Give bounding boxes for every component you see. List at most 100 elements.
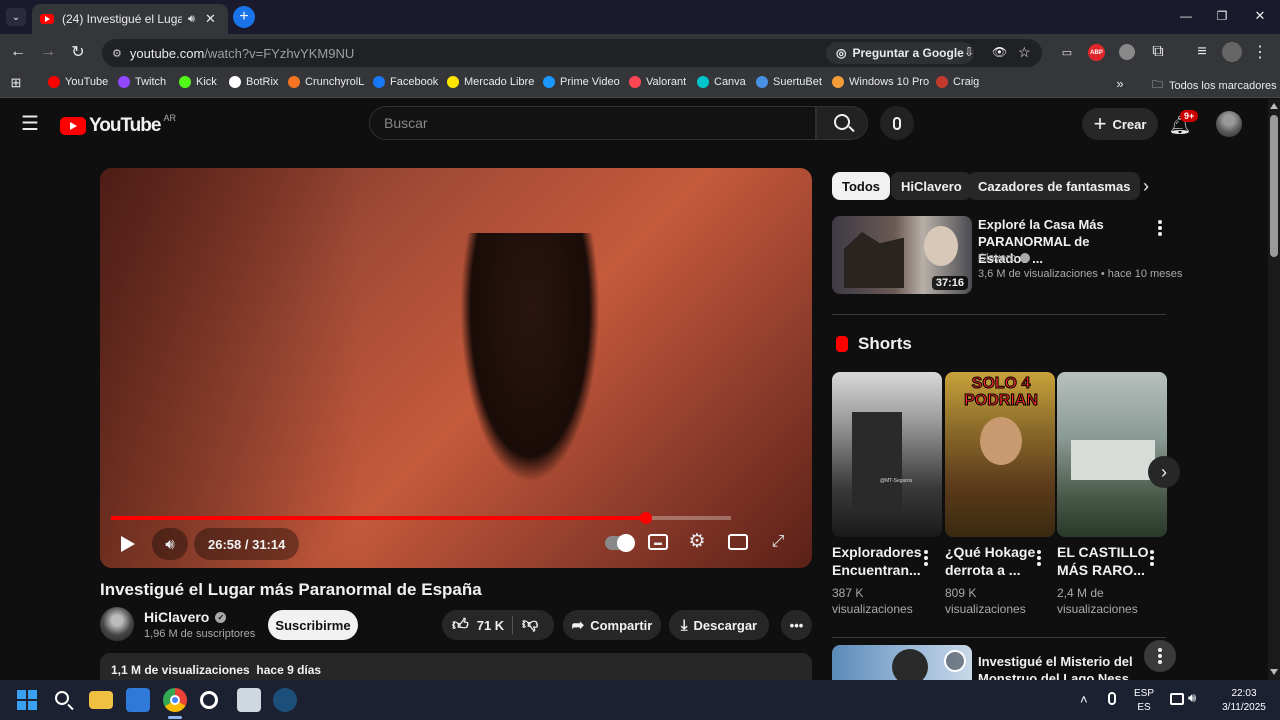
search-input[interactable]: Buscar <box>369 106 816 140</box>
channel-avatar[interactable] <box>100 607 134 641</box>
notifications-button[interactable]: 🔔︎ 9+ <box>1168 110 1199 137</box>
tab-search-icon[interactable]: ⌄ <box>6 8 26 26</box>
extension-circle-icon[interactable] <box>1119 44 1135 60</box>
subscribe-button[interactable]: Suscribirme <box>268 610 358 640</box>
tab-close-icon[interactable]: ✕ <box>205 11 216 27</box>
video-player[interactable]: 🔊︎ 26:58 / 31:14 ▬ ⚙︎ ⤢ <box>100 168 812 568</box>
site-info-icon[interactable]: ⚙︎ <box>112 47 122 60</box>
new-tab-icon[interactable]: + <box>233 6 255 28</box>
bookmark-valorant[interactable]: Valorant <box>629 76 686 88</box>
related-menu-button-2[interactable] <box>1144 640 1176 672</box>
browser-tab-active[interactable]: (24) Investigué el Lugar má 🔊︎ ✕ <box>32 4 228 34</box>
bookmark-kick[interactable]: Kick <box>179 76 217 88</box>
restore-icon[interactable]: ❐ <box>1212 6 1232 26</box>
adblock-icon[interactable]: ABP <box>1088 44 1105 61</box>
description-box[interactable]: 1,1 M de visualizaciones hace 9 días <box>100 653 812 680</box>
reload-icon[interactable]: ↻ <box>68 42 88 62</box>
bookmark-facebook[interactable]: Facebook <box>373 76 438 88</box>
scrollbar-thumb[interactable] <box>1270 115 1278 257</box>
short-menu-icon-3[interactable] <box>1150 550 1154 566</box>
short-thumbnail-3[interactable] <box>1057 372 1167 537</box>
volume-button[interactable]: 🔊︎ <box>152 528 188 560</box>
chrome-icon[interactable] <box>163 688 187 712</box>
chip-hiclavero[interactable]: HiClavero <box>891 172 972 200</box>
speaker-icon[interactable]: 🔊︎ <box>1188 690 1196 706</box>
tracking-protection-icon[interactable]: 👁︎ <box>992 45 1007 59</box>
chip-cazadores[interactable]: Cazadores de fantasmas <box>968 172 1141 200</box>
bookmark-youtube[interactable]: YouTube <box>48 76 108 88</box>
outlook-icon[interactable] <box>126 688 150 712</box>
youtube-logo[interactable]: YouTube AR <box>60 113 176 137</box>
scroll-up-arrow[interactable] <box>1270 103 1278 109</box>
forward-icon[interactable]: → <box>38 42 58 62</box>
channel-name[interactable]: HiClavero ✓ <box>144 609 227 625</box>
all-bookmarks-folder[interactable]: 🗀︎ Todos los marcadores <box>1152 76 1277 95</box>
theater-mode-icon[interactable] <box>728 534 748 550</box>
install-app-icon[interactable]: ⇩ <box>964 45 974 59</box>
play-icon[interactable] <box>118 532 138 556</box>
bookmark-botrix[interactable]: BotRix <box>229 76 278 88</box>
progress-scrubber[interactable] <box>640 512 653 524</box>
shorts-next-button[interactable]: › <box>1148 456 1180 488</box>
voice-search-button[interactable] <box>880 106 914 140</box>
short-thumbnail-2[interactable]: SOLO 4 PODRIAN <box>945 372 1055 537</box>
fullscreen-icon[interactable]: ⤢ <box>768 532 788 552</box>
extensions-puzzle-icon[interactable]: ⧉ <box>1148 42 1168 62</box>
clock[interactable]: 22:03 3/11/2025 <box>1214 687 1274 715</box>
scroll-down-arrow[interactable] <box>1270 669 1278 675</box>
short-menu-icon-1[interactable] <box>924 550 928 566</box>
bookmark-crunchyroll[interactable]: CrunchyrolL <box>288 76 364 88</box>
chips-next-icon[interactable]: › <box>1136 176 1156 196</box>
watch-later-icon[interactable] <box>944 650 966 672</box>
steam-icon[interactable] <box>273 688 297 712</box>
more-actions-button[interactable]: ••• <box>781 610 812 640</box>
minimize-icon[interactable]: — <box>1176 6 1196 26</box>
language-indicator[interactable]: ESP ES <box>1134 687 1154 715</box>
short-thumbnail-1[interactable]: @MT-Seguros <box>832 372 942 537</box>
more-bookmarks-icon[interactable]: » <box>1112 75 1128 91</box>
bookmark-canva[interactable]: Canva <box>697 76 746 88</box>
bookmark-craig[interactable]: Craig <box>936 76 979 88</box>
short-title-2[interactable]: ¿Qué Hokage derrota a ... <box>945 543 1040 579</box>
bookmark-mercado-libre[interactable]: Mercado Libre <box>447 76 534 88</box>
subtitles-icon[interactable]: ▬ <box>648 534 668 550</box>
related-video-1[interactable]: 37:16 Exploré la Casa Más PARANORMAL de … <box>832 216 1182 296</box>
account-avatar[interactable] <box>1216 111 1242 137</box>
apps-grid-icon[interactable]: ⊞ <box>8 75 24 91</box>
download-button[interactable]: ⤓ Descargar <box>669 610 769 640</box>
bookmark-prime-video[interactable]: Prime Video <box>543 76 620 88</box>
short-menu-icon-2[interactable] <box>1037 550 1041 566</box>
create-button[interactable]: + Crear <box>1082 108 1158 140</box>
browser-menu-icon[interactable]: ⋮ <box>1252 42 1268 62</box>
app-notepad-icon[interactable] <box>237 688 261 712</box>
bookmark-suertubet[interactable]: SuertuBet <box>756 76 822 88</box>
dislike-button[interactable]: 👎︎ <box>522 615 538 634</box>
network-icon[interactable] <box>1170 693 1184 705</box>
file-explorer-icon[interactable] <box>89 691 113 709</box>
ask-google-button[interactable]: ◎ Preguntar a Google <box>826 42 974 64</box>
tray-microphone-icon[interactable] <box>1108 692 1116 705</box>
tab-audio-icon[interactable]: 🔊︎ <box>188 13 195 26</box>
bookmark-windows-10-pro[interactable]: Windows 10 Pro <box>832 76 929 88</box>
media-controls-icon[interactable]: ≡ <box>1192 42 1212 62</box>
back-icon[interactable]: ← <box>8 42 28 62</box>
related-menu-icon-1[interactable] <box>1158 220 1162 236</box>
profile-avatar-icon[interactable] <box>1222 42 1242 62</box>
search-button[interactable] <box>816 106 868 140</box>
windows-start-icon[interactable] <box>15 688 39 712</box>
taskbar-search-icon[interactable] <box>52 688 76 712</box>
related-video-2[interactable]: Investigué el Misterio del Monstruo del … <box>832 640 1176 680</box>
like-button[interactable]: 👍︎ 71 K <box>442 616 504 635</box>
settings-gear-icon[interactable]: ⚙︎ <box>686 530 708 552</box>
guide-menu-icon[interactable]: ☰ <box>20 113 40 135</box>
short-title-1[interactable]: Exploradores Encuentran... <box>832 543 927 579</box>
address-bar[interactable]: ⚙︎ youtube.com /watch?v=FYzhvYKM9NU ◎ Pr… <box>102 39 1042 67</box>
page-scrollbar[interactable] <box>1268 99 1280 680</box>
steelseries-icon[interactable] <box>200 691 218 709</box>
share-button[interactable]: ➦ Compartir <box>563 610 661 640</box>
bookmark-twitch[interactable]: Twitch <box>118 76 166 88</box>
autoplay-toggle[interactable] <box>605 534 635 552</box>
close-window-icon[interactable]: ✕ <box>1250 6 1270 26</box>
chip-todos[interactable]: Todos <box>832 172 891 200</box>
tray-expand-icon[interactable]: ˄ <box>1080 692 1088 707</box>
